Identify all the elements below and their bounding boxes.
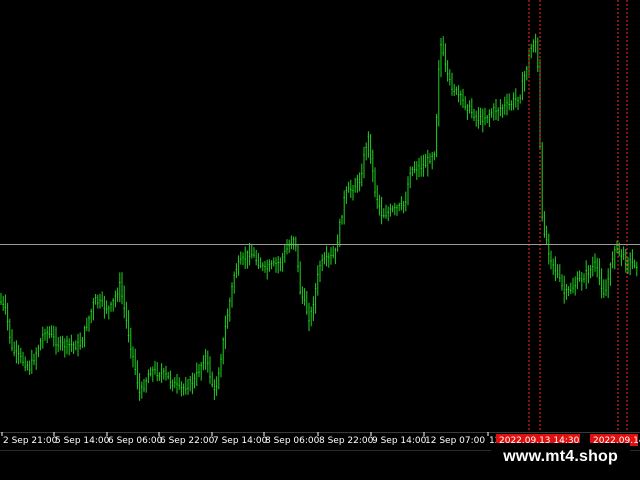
vertical-markers-layer bbox=[528, 0, 628, 432]
time-tick-label-2: 6 Sep 06:00 bbox=[108, 436, 163, 446]
time-tick-label-0: 2 Sep 21:00 bbox=[3, 436, 58, 446]
time-tick-label-3: 6 Sep 22:00 bbox=[160, 436, 215, 446]
time-tick-label-8: 12 Sep 07:00 bbox=[425, 436, 485, 446]
time-tick-label-7: 9 Sep 14:00 bbox=[372, 436, 427, 446]
price-chart[interactable]: 2 Sep 21:005 Sep 14:006 Sep 06:006 Sep 2… bbox=[0, 0, 640, 450]
time-tick-label-4: 7 Sep 14:00 bbox=[213, 436, 268, 446]
trading-terminal: 2 Sep 21:00 5 Sep 14:00 6 Sep 06:00 6 Sep 2… bbox=[0, 0, 640, 480]
time-tick-label-5: 8 Sep 06:00 bbox=[265, 436, 320, 446]
watermark-text: www.mt4.shop bbox=[491, 443, 630, 471]
time-tick-label-6: 8 Sep 22:00 bbox=[319, 436, 374, 446]
candles-layer bbox=[0, 33, 638, 401]
time-tick-label-1: 5 Sep 14:00 bbox=[55, 436, 110, 446]
